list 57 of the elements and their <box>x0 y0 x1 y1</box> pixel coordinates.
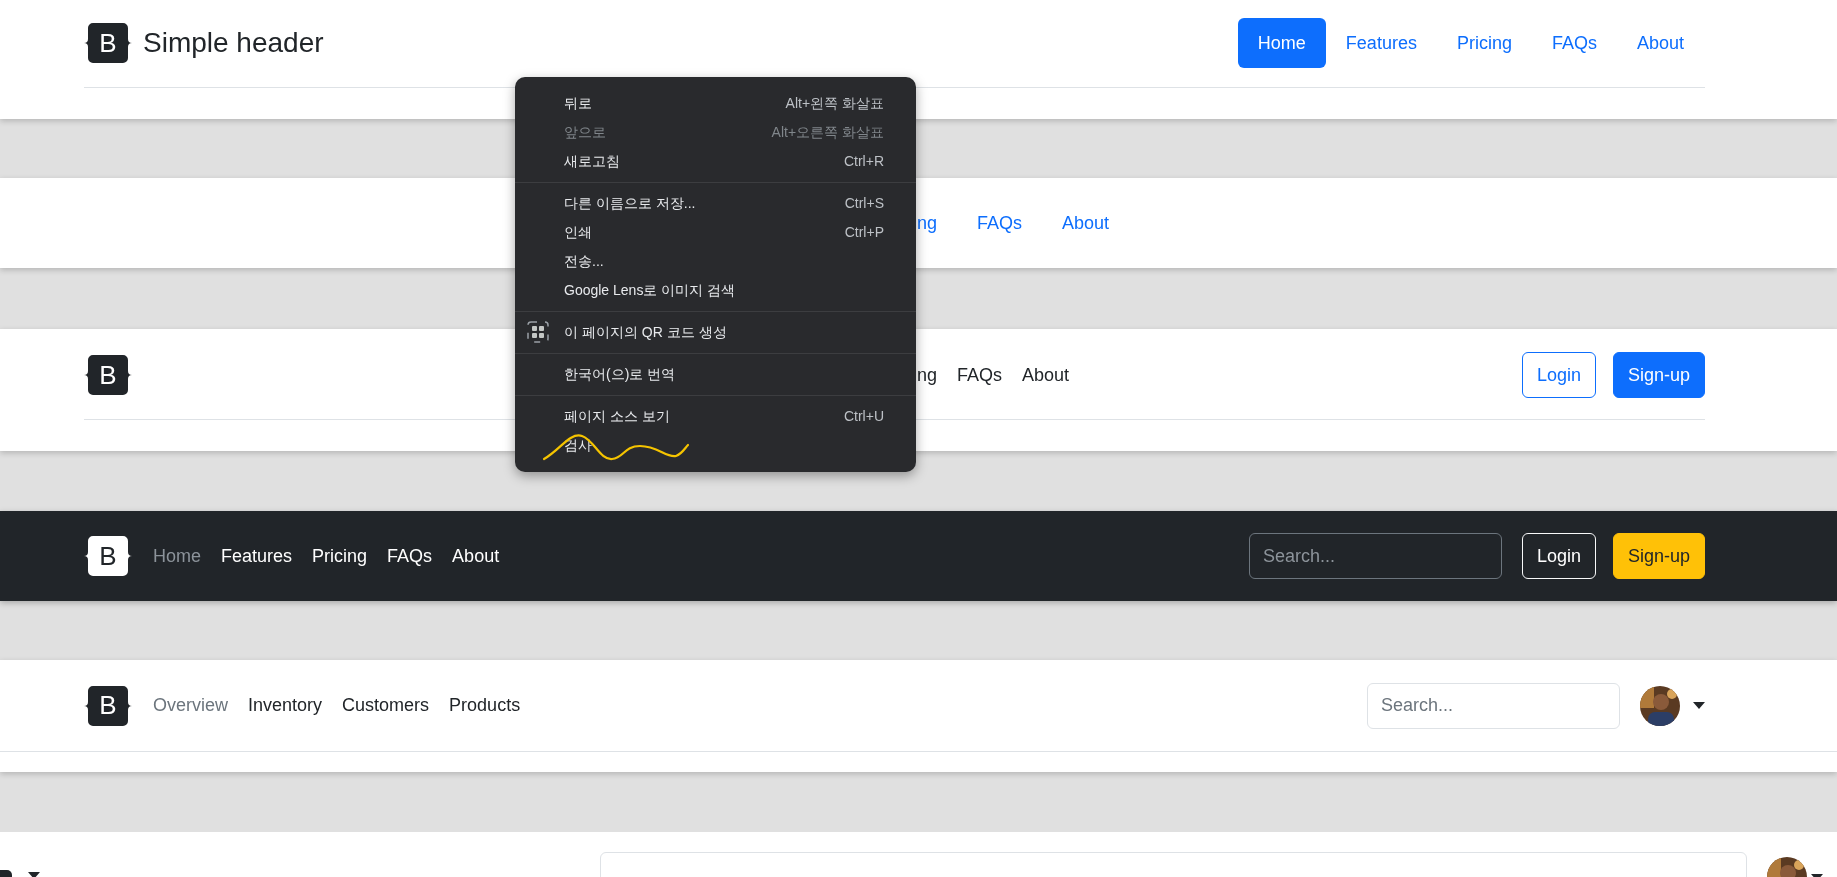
menu-label: 검사 <box>564 436 593 455</box>
menu-item[interactable]: 페이지 소스 보기 Ctrl+U <box>515 402 916 431</box>
nav-link[interactable]: ng <box>917 201 958 245</box>
menu-item[interactable]: 검사 <box>515 431 916 460</box>
logo[interactable]: B <box>84 23 132 63</box>
menu-label: 전송... <box>564 252 605 271</box>
search-field[interactable]: Search... <box>1248 533 1502 579</box>
menu-item[interactable]: 인쇄 Ctrl+P <box>515 218 916 247</box>
nav-link[interactable]: Home <box>143 534 211 578</box>
menu-label: 인쇄 <box>564 223 593 242</box>
signup-button[interactable]: Sign-up <box>1612 533 1705 579</box>
nav-link[interactable]: FAQs <box>1531 18 1617 68</box>
menu-label: 앞으로 <box>564 123 607 142</box>
nav-link[interactable]: About <box>1616 18 1704 68</box>
menu-item[interactable]: 새로고침 Ctrl+R <box>515 147 916 176</box>
login-button[interactable]: Login <box>1521 352 1596 398</box>
nav-link[interactable]: Overview <box>143 684 238 727</box>
nav-link[interactable]: Pricing <box>1436 18 1532 68</box>
menu-item[interactable]: 전송... <box>515 247 916 276</box>
nav-link[interactable]: Inventory <box>238 684 333 727</box>
menu-item[interactable]: 이 페이지의 QR 코드 생성 <box>515 318 916 347</box>
nav-link[interactable]: Features <box>1325 18 1437 68</box>
menu-label: 다른 이름으로 저장... <box>564 194 697 213</box>
menu-label: 이 페이지의 QR 코드 생성 <box>564 323 728 342</box>
nav-link[interactable]: FAQs <box>947 353 1013 397</box>
nav-link[interactable]: About <box>1012 353 1080 397</box>
logo[interactable]: B <box>84 685 132 726</box>
shortcut-text: Alt+오른쪽 화살표 <box>771 123 884 142</box>
shortcut-text: Ctrl+U <box>843 407 884 426</box>
menu-label: 새로고침 <box>564 152 621 171</box>
nav-link[interactable]: FAQs <box>957 201 1043 245</box>
shortcut-text: Alt+왼쪽 화살표 <box>785 94 884 113</box>
login-button[interactable]: Login <box>1521 533 1596 579</box>
menu-label: 페이지 소스 보기 <box>564 407 671 426</box>
nav-link[interactable]: Customers <box>332 684 440 727</box>
logo[interactable]: B <box>84 536 132 576</box>
nav-link[interactable]: Home <box>1237 18 1326 68</box>
nav-link[interactable]: About <box>442 534 510 578</box>
menu-item[interactable]: 다른 이름으로 저장... Ctrl+S <box>515 189 916 218</box>
brand-title[interactable]: Simple header <box>143 22 324 64</box>
nav-link[interactable]: About <box>1042 201 1130 245</box>
menu-item[interactable]: 뒤로 Alt+왼쪽 화살표 <box>515 89 916 118</box>
logo[interactable]: B <box>84 355 132 395</box>
nav-link[interactable]: Pricing <box>302 534 378 578</box>
menu-label: 뒤로 <box>564 94 593 113</box>
menu-item[interactable]: Google Lens로 이미지 검색 <box>515 276 916 305</box>
menu-label: Google Lens로 이미지 검색 <box>564 281 737 300</box>
signup-button[interactable]: Sign-up <box>1612 352 1705 398</box>
shortcut-text: Ctrl+R <box>843 152 884 171</box>
nav-link[interactable]: ng <box>917 353 948 397</box>
shortcut-text: Ctrl+P <box>844 223 884 242</box>
nav-link[interactable]: FAQs <box>377 534 443 578</box>
menu-label: 한국어(으)로 번역 <box>564 365 677 384</box>
shortcut-text: Ctrl+S <box>844 194 884 213</box>
nav-link[interactable]: Products <box>439 684 531 727</box>
nav-link[interactable]: Features <box>211 534 303 578</box>
menu-item[interactable]: 한국어(으)로 번역 <box>515 360 916 389</box>
